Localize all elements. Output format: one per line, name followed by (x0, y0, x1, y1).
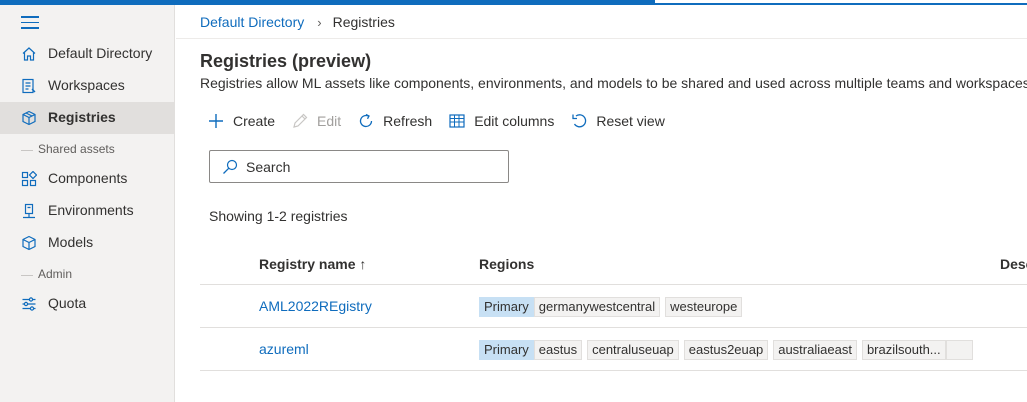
column-header-description[interactable]: Desc (1000, 256, 1027, 272)
undo-icon (572, 114, 587, 128)
sidebar-item-registries[interactable]: Registries (0, 102, 174, 134)
region-tag-overflow (945, 340, 973, 360)
refresh-icon (360, 113, 373, 128)
search-input[interactable] (246, 157, 496, 177)
primary-badge: Primary (479, 297, 534, 317)
sidebar-item-quota[interactable]: Quota (0, 288, 174, 320)
region-tag: germanywestcentral (533, 297, 661, 317)
sidebar-item-label: Environments (48, 202, 134, 218)
environments-icon (23, 203, 35, 219)
main-content: Default Directory › Registries Registrie… (176, 5, 1027, 402)
breadcrumb-current: Registries (332, 14, 395, 30)
models-icon (22, 235, 36, 251)
reset-view-button[interactable]: Reset view (570, 112, 665, 130)
breadcrumb-default-directory[interactable]: Default Directory (200, 14, 304, 30)
region-tag: eastus (533, 340, 583, 360)
pencil-icon (293, 113, 308, 128)
primary-badge: Primary (479, 340, 534, 360)
sidebar-item-label: Registries (48, 109, 116, 125)
registry-name-link[interactable]: azureml (259, 341, 309, 357)
sidebar-item-default-directory[interactable]: Default Directory (0, 38, 174, 70)
table-row[interactable]: AML2022REgistry Primary germanywestcentr… (200, 285, 1027, 328)
sidebar-item-label: Models (48, 234, 94, 250)
section-header-admin: Admin (0, 267, 174, 283)
region-tag: australiaeast (773, 340, 857, 360)
sidebar-item-label: Default Directory (48, 45, 153, 61)
refresh-button[interactable]: Refresh (357, 112, 432, 130)
page-title: Registries (preview) (200, 51, 372, 71)
components-icon (21, 171, 37, 187)
breadcrumb-separator: › (317, 14, 322, 30)
home-icon (22, 47, 36, 61)
plus-icon (209, 114, 223, 128)
sidebar-item-label: Components (48, 170, 128, 186)
sidebar-item-models[interactable]: Models (0, 227, 174, 259)
command-bar: Create Edit Refresh Edit columns Reset v… (207, 109, 681, 133)
create-button[interactable]: Create (207, 112, 275, 130)
breadcrumb-divider (176, 38, 1027, 39)
sidebar-item-workspaces[interactable]: Workspaces (0, 70, 174, 102)
quota-icon (22, 297, 36, 311)
sidebar-item-label: Workspaces (48, 77, 125, 93)
search-box (209, 150, 509, 183)
sidebar-item-environments[interactable]: Environments (0, 195, 174, 227)
section-header-shared-assets: Shared assets (0, 142, 174, 158)
registries-icon (22, 110, 36, 126)
workspaces-icon (22, 78, 36, 94)
sidebar-item-label: Quota (48, 295, 87, 311)
sidebar-item-components[interactable]: Components (0, 163, 174, 195)
registries-table: Registry name ↑ Regions Desc AML2022REgi… (200, 245, 1027, 371)
breadcrumb: Default Directory › Registries (200, 14, 395, 30)
search-icon (223, 159, 238, 174)
result-count: Showing 1-2 registries (209, 208, 348, 224)
region-tag: brazilsouth... (861, 340, 946, 360)
region-tag: westeurope (665, 297, 743, 317)
edit-columns-button[interactable]: Edit columns (448, 112, 554, 130)
table-row[interactable]: azureml Primary eastus centraluseuap eas… (200, 328, 1027, 371)
hamburger-menu-icon[interactable] (21, 16, 39, 30)
column-header-registry-name[interactable]: Registry name ↑ (259, 256, 366, 272)
region-tag: centraluseuap (587, 340, 679, 360)
registry-name-link[interactable]: AML2022REgistry (259, 298, 372, 314)
regions-cell: Primary germanywestcentral westeurope (479, 297, 747, 317)
regions-cell: Primary eastus centraluseuap eastus2euap… (479, 340, 978, 360)
region-tag: eastus2euap (683, 340, 769, 360)
sidebar: Default Directory Workspaces Registries … (0, 5, 175, 402)
columns-icon (449, 114, 465, 128)
page-description: Registries allow ML assets like componen… (200, 75, 1027, 91)
column-header-regions[interactable]: Regions (479, 256, 534, 272)
edit-button[interactable]: Edit (291, 112, 341, 130)
table-header: Registry name ↑ Regions Desc (200, 245, 1027, 285)
